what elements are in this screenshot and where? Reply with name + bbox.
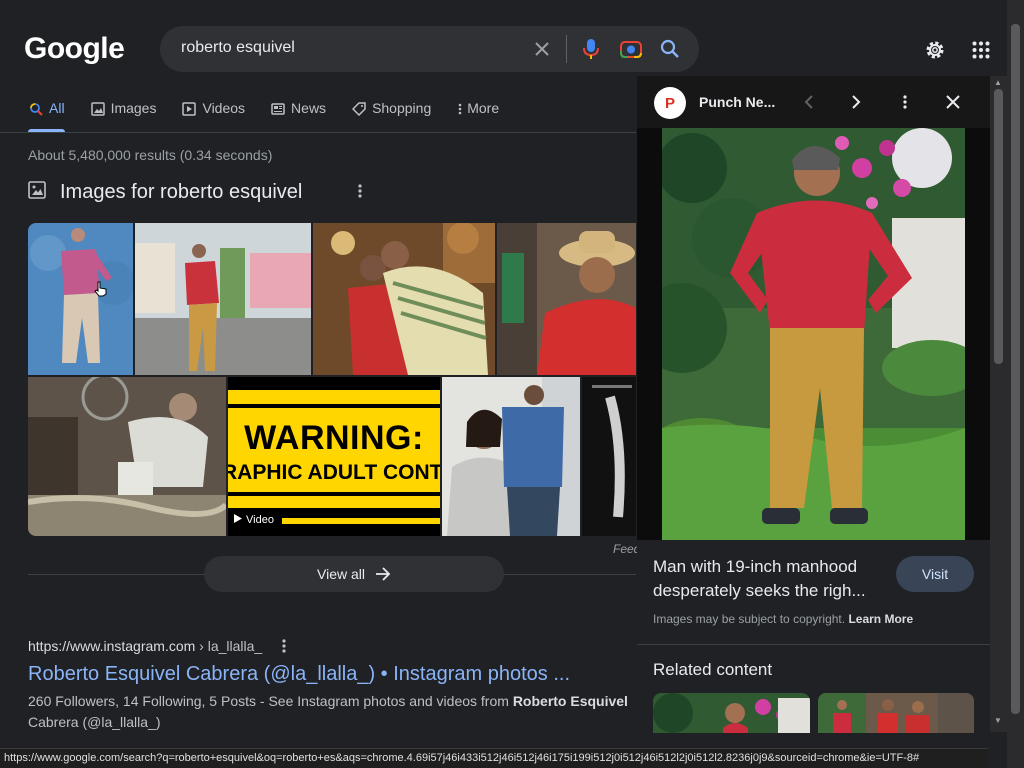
more-options-icon[interactable] — [893, 90, 917, 114]
more-vert-icon — [456, 101, 464, 117]
arrow-right-icon — [375, 567, 391, 581]
warning-video-thumbnail[interactable]: WARNING: RAPHIC ADULT CONTEN — [228, 377, 440, 536]
search-input[interactable]: roberto esquivel — [181, 39, 295, 57]
google-search-page: Google roberto esquivel All Images Video… — [0, 0, 1024, 768]
image-thumbnail[interactable] — [582, 377, 636, 536]
video-badge: Video — [234, 514, 274, 526]
settings-gear-icon[interactable] — [923, 38, 947, 62]
tab-label: News — [291, 100, 327, 116]
tab-all[interactable]: All — [28, 100, 65, 132]
play-icon — [234, 514, 242, 526]
image-preview-panel: P Punch Ne... Man with 19-inch manhood d… — [637, 76, 990, 768]
snippet-bold: Roberto Esquivel — [512, 693, 628, 709]
related-divider — [637, 644, 990, 645]
close-icon[interactable] — [941, 90, 965, 114]
search-tabs: All Images Videos News Shopping More — [28, 100, 524, 132]
image-thumbnail[interactable] — [135, 223, 311, 375]
tabs-divider — [0, 132, 636, 133]
image-thumbnail[interactable] — [28, 377, 226, 536]
panel-header: P Punch Ne... — [637, 76, 990, 128]
warning-subheading: RAPHIC ADULT CONTEN — [228, 461, 440, 484]
google-logo[interactable]: Google — [24, 32, 125, 66]
image-thumbnail[interactable] — [497, 223, 636, 375]
tab-videos[interactable]: Videos — [181, 100, 245, 132]
chevron-left-icon[interactable] — [797, 90, 821, 114]
snippet-text-2: Cabrera (@la_llalla_) — [28, 714, 161, 730]
visit-button[interactable]: Visit — [896, 556, 974, 592]
tab-more[interactable]: More — [456, 100, 499, 132]
snippet-text: 260 Followers, 14 Following, 5 Posts - S… — [28, 693, 513, 709]
learn-more-link[interactable]: Learn More — [848, 612, 913, 626]
more-options-icon[interactable] — [282, 638, 286, 659]
image-icon — [28, 181, 46, 204]
result-snippet: 260 Followers, 14 Following, 5 Posts - S… — [28, 691, 628, 733]
result-stats: About 5,480,000 results (0.34 seconds) — [28, 147, 273, 163]
scroll-down-arrow-icon[interactable]: ▼ — [994, 716, 1002, 725]
chevron-right-icon[interactable] — [844, 90, 868, 114]
source-logo[interactable]: P — [654, 87, 686, 119]
result-domain: https://www.instagram.com — [28, 638, 196, 654]
preview-caption[interactable]: Man with 19-inch manhood desperately see… — [653, 555, 888, 603]
warning-heading: WARNING: — [244, 419, 424, 457]
image-thumbnail[interactable] — [442, 377, 580, 536]
tab-label: Videos — [202, 100, 246, 116]
preview-image[interactable] — [662, 128, 965, 540]
panel-scroll-thumb[interactable] — [994, 89, 1003, 364]
search-divider — [566, 35, 567, 63]
tab-label: More — [467, 100, 500, 116]
image-thumbnail[interactable] — [313, 223, 495, 375]
tab-news[interactable]: News — [270, 100, 326, 132]
tab-images[interactable]: Images — [90, 100, 157, 132]
result-title-link[interactable]: Roberto Esquivel Cabrera (@la_llalla_) •… — [28, 663, 570, 686]
related-thumbnail[interactable] — [818, 693, 974, 733]
tab-label: All — [49, 100, 65, 116]
search-icon[interactable] — [658, 37, 682, 61]
search-icon — [28, 101, 44, 117]
image-thumbnail[interactable] — [28, 223, 133, 375]
source-name[interactable]: Punch Ne... — [699, 94, 775, 110]
tab-shopping[interactable]: Shopping — [351, 100, 431, 132]
scroll-up-arrow-icon[interactable]: ▲ — [994, 78, 1002, 87]
view-all-label: View all — [317, 566, 365, 582]
news-icon — [270, 101, 286, 117]
page-scroll-thumb[interactable] — [1011, 24, 1020, 714]
search-box[interactable]: roberto esquivel — [160, 26, 699, 72]
tab-label: Shopping — [372, 100, 432, 116]
related-content-heading: Related content — [653, 660, 773, 679]
panel-scrollbar[interactable]: ▲ ▼ — [990, 76, 1007, 732]
tab-label: Images — [110, 100, 157, 116]
image-icon — [90, 101, 106, 117]
hand-cursor-icon — [94, 281, 108, 302]
copyright-text: Images may be subject to copyright. — [653, 612, 849, 626]
images-section-header: Images for roberto esquivel — [28, 181, 362, 204]
status-bar-url: https://www.google.com/search?q=roberto+… — [0, 748, 988, 768]
microphone-icon[interactable] — [579, 37, 603, 61]
result-path: › la_llalla_ — [195, 638, 263, 654]
apps-grid-icon[interactable] — [969, 38, 993, 62]
images-section-title[interactable]: Images for roberto esquivel — [60, 181, 302, 204]
tag-icon — [351, 101, 367, 117]
related-thumbnail[interactable] — [653, 693, 810, 733]
clear-icon[interactable] — [530, 37, 554, 61]
view-all-button[interactable]: View all — [204, 556, 504, 592]
camera-lens-icon[interactable] — [619, 37, 643, 61]
result-url[interactable]: https://www.instagram.com › la_llalla_ — [28, 638, 262, 654]
video-label: Video — [246, 514, 274, 526]
more-options-icon[interactable] — [358, 183, 362, 204]
video-icon — [181, 101, 197, 117]
page-scrollbar[interactable] — [1007, 0, 1024, 768]
copyright-notice: Images may be subject to copyright. Lear… — [653, 612, 913, 626]
